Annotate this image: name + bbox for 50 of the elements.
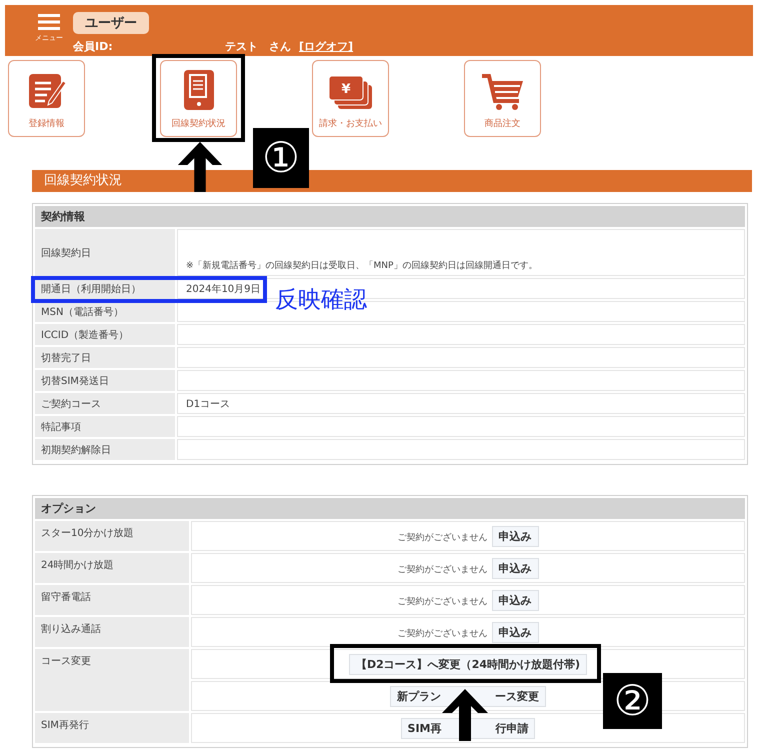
nav-tile[interactable]: 回線契約状況 xyxy=(160,60,237,137)
tablet-document-icon xyxy=(182,69,214,111)
apply-button[interactable]: 申込み xyxy=(492,590,538,610)
panel-title: 契約情報 xyxy=(35,206,745,227)
user-badge: ユーザー xyxy=(73,12,149,34)
row-label: 開通日（利用開始日） xyxy=(35,278,177,299)
row-label: ご契約コース xyxy=(35,393,177,414)
row-label: 回線契約日 xyxy=(35,229,177,276)
apply-button[interactable]: 申込み xyxy=(492,526,538,546)
tile-label: 商品注文 xyxy=(484,118,520,130)
status-text: ご契約がございません xyxy=(398,532,488,542)
tile-label: 回線契約状況 xyxy=(172,118,226,130)
cart-icon xyxy=(480,73,526,111)
note-text: ※「新規電話番号」の回線契約日は受取日、「MNP」の回線契約日は回線開通日です。 xyxy=(186,261,538,271)
row-label: 初期契約解除日 xyxy=(35,439,177,460)
panel-title: オプション xyxy=(35,498,745,519)
nav-tile[interactable]: 商品注文 xyxy=(464,60,541,137)
action-button[interactable]: 【D2コース】へ変更（24時間かけ放題付帯) xyxy=(348,654,588,674)
menu-icon[interactable] xyxy=(38,14,60,30)
row-label: 特記事項 xyxy=(35,416,177,437)
up-arrow xyxy=(175,140,225,192)
status-text: ご契約がございません xyxy=(398,564,488,574)
row-label: 割り込み通話 xyxy=(35,617,191,647)
row-label: 24時間かけ放題 xyxy=(35,553,191,583)
member-id-label: 会員ID: xyxy=(73,39,114,54)
row-value: D1コース xyxy=(186,398,230,410)
tile-label: 請求・お支払い xyxy=(319,118,382,130)
step-label: ① xyxy=(253,128,309,188)
action-button[interactable]: 新プラン ース変更 xyxy=(390,686,546,706)
status-text: ご契約がございません xyxy=(398,628,488,638)
action-button[interactable]: SIM再 行申請 xyxy=(400,718,536,738)
apply-button[interactable]: 申込み xyxy=(492,558,538,578)
row-value: 2024年10月9日 xyxy=(186,284,261,294)
user-name: テスト さん xyxy=(225,39,291,54)
row-label: スター10分かけ放題 xyxy=(35,521,191,551)
row-label: 留守番電話 xyxy=(35,585,191,615)
row-label: SIM再発行 xyxy=(35,713,191,743)
tile-label: 登録情報 xyxy=(28,118,64,130)
annotation-note: 反映確認 xyxy=(275,286,367,315)
nav-tile[interactable]: ¥ 請求・お支払い xyxy=(312,60,389,137)
row-label: コース変更 xyxy=(35,649,191,711)
step-label: ② xyxy=(603,673,662,729)
row-label: 切替完了日 xyxy=(35,347,177,368)
apply-button[interactable]: 申込み xyxy=(492,622,538,642)
status-text: ご契約がございません xyxy=(398,596,488,606)
document-pen-icon xyxy=(26,71,66,111)
row-label: ICCID（製造番号） xyxy=(35,324,177,345)
row-label: 切替SIM発送日 xyxy=(35,370,177,391)
row-label: MSN（電話番号） xyxy=(35,301,177,322)
nav-tile[interactable]: 登録情報 xyxy=(8,60,85,137)
